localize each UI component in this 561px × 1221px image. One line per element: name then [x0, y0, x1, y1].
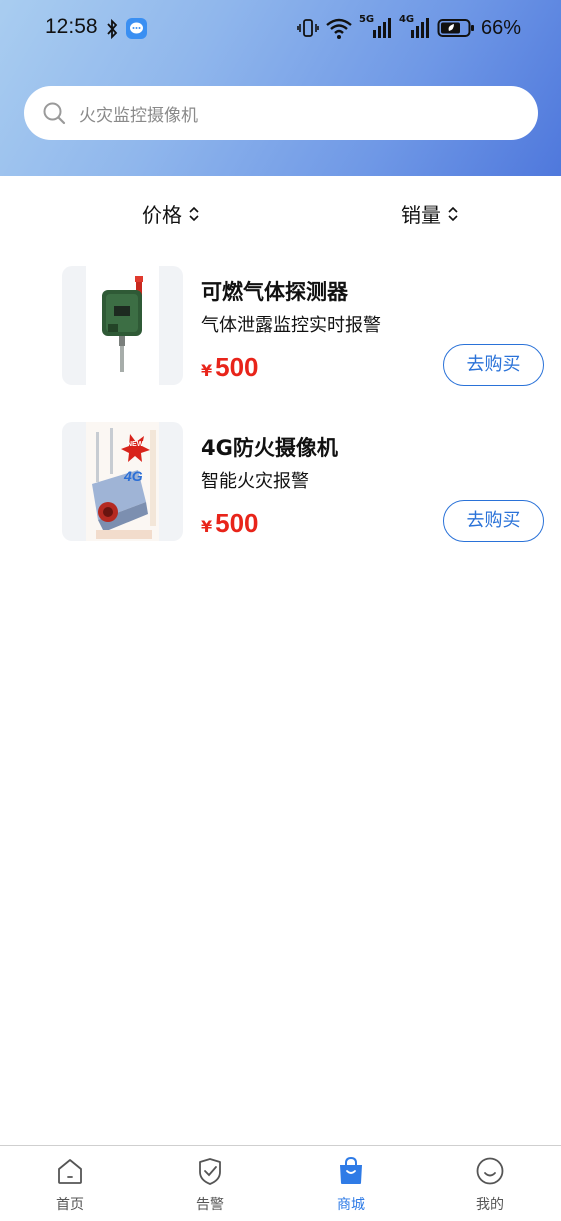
- message-icon: [126, 18, 147, 39]
- price-value: 500: [215, 508, 259, 538]
- sort-by-price[interactable]: 价格: [142, 199, 200, 228]
- tab-home[interactable]: 首页: [35, 1156, 105, 1214]
- buy-button[interactable]: 去购买: [443, 500, 544, 542]
- wifi-icon: [326, 18, 352, 39]
- product-price: ¥ 500: [201, 352, 259, 383]
- home-icon: [58, 1159, 82, 1184]
- shield-check-icon: [199, 1158, 221, 1185]
- camera-4g-label: 4G: [124, 468, 143, 484]
- product-card[interactable]: NEW 4G 4G防火摄像机 智能火灾报警 ¥ 500 去购买: [0, 420, 561, 542]
- tab-shop[interactable]: 商城: [316, 1156, 386, 1214]
- price-value: 500: [215, 352, 259, 382]
- search-input[interactable]: 火灾监控摄像机: [79, 101, 198, 126]
- tab-mine[interactable]: 我的: [455, 1156, 525, 1214]
- buy-button[interactable]: 去购买: [443, 344, 544, 386]
- bottom-tab-bar: 首页 告警 商城 我的: [0, 1145, 561, 1221]
- status-right: 5G 4G 66%: [297, 14, 521, 42]
- product-card[interactable]: 可燃气体探测器 气体泄露监控实时报警 ¥ 500 去购买: [0, 264, 561, 386]
- tab-alarm[interactable]: 告警: [175, 1156, 245, 1214]
- gas-detector-image: [102, 276, 143, 372]
- tab-alarm-label: 告警: [196, 1197, 224, 1213]
- tab-mine-label: 我的: [476, 1197, 504, 1213]
- camera-new-badge: NEW: [127, 441, 144, 448]
- signal-5g: 5G: [359, 14, 393, 40]
- smile-icon: [476, 1157, 504, 1185]
- product-image-4g-camera[interactable]: NEW 4G: [62, 422, 183, 541]
- tab-shop-label: 商城: [337, 1197, 365, 1213]
- tab-home-label: 首页: [56, 1197, 84, 1213]
- product-image-gas-detector[interactable]: [62, 266, 183, 385]
- sort-sales-label: 销量: [401, 203, 441, 227]
- product-title: 可燃气体探测器: [201, 280, 348, 304]
- battery-icon: [437, 19, 474, 37]
- camera-image: [86, 422, 159, 541]
- shopping-bag-icon: [340, 1156, 362, 1184]
- currency-symbol: ¥: [201, 517, 213, 536]
- product-subtitle: 智能火灾报警: [201, 471, 309, 492]
- product-title: 4G防火摄像机: [201, 436, 338, 460]
- vibrate-icon: [297, 19, 319, 37]
- sort-toggle-icon: [448, 206, 458, 221]
- search-box[interactable]: 火灾监控摄像机: [24, 86, 538, 140]
- signal-4g: 4G: [399, 14, 431, 40]
- search-icon: [43, 102, 66, 125]
- header: 12:58 5G 4G 66% 火灾监控摄像机: [0, 0, 561, 176]
- product-subtitle: 气体泄露监控实时报警: [201, 315, 381, 336]
- sort-toggle-icon: [189, 206, 199, 221]
- signal-bars-icon: [410, 18, 429, 38]
- bluetooth-icon: [107, 18, 118, 40]
- product-price: ¥ 500: [201, 508, 259, 539]
- sort-by-sales[interactable]: 销量: [401, 199, 459, 228]
- status-time: 12:58: [45, 15, 98, 38]
- sort-bar: 价格 销量: [0, 176, 561, 248]
- sort-price-label: 价格: [142, 203, 182, 227]
- status-bar: 12:58 5G 4G 66%: [0, 0, 561, 58]
- battery-percent: 66%: [480, 16, 521, 39]
- currency-symbol: ¥: [201, 361, 213, 380]
- signal-bars-icon: [372, 18, 391, 38]
